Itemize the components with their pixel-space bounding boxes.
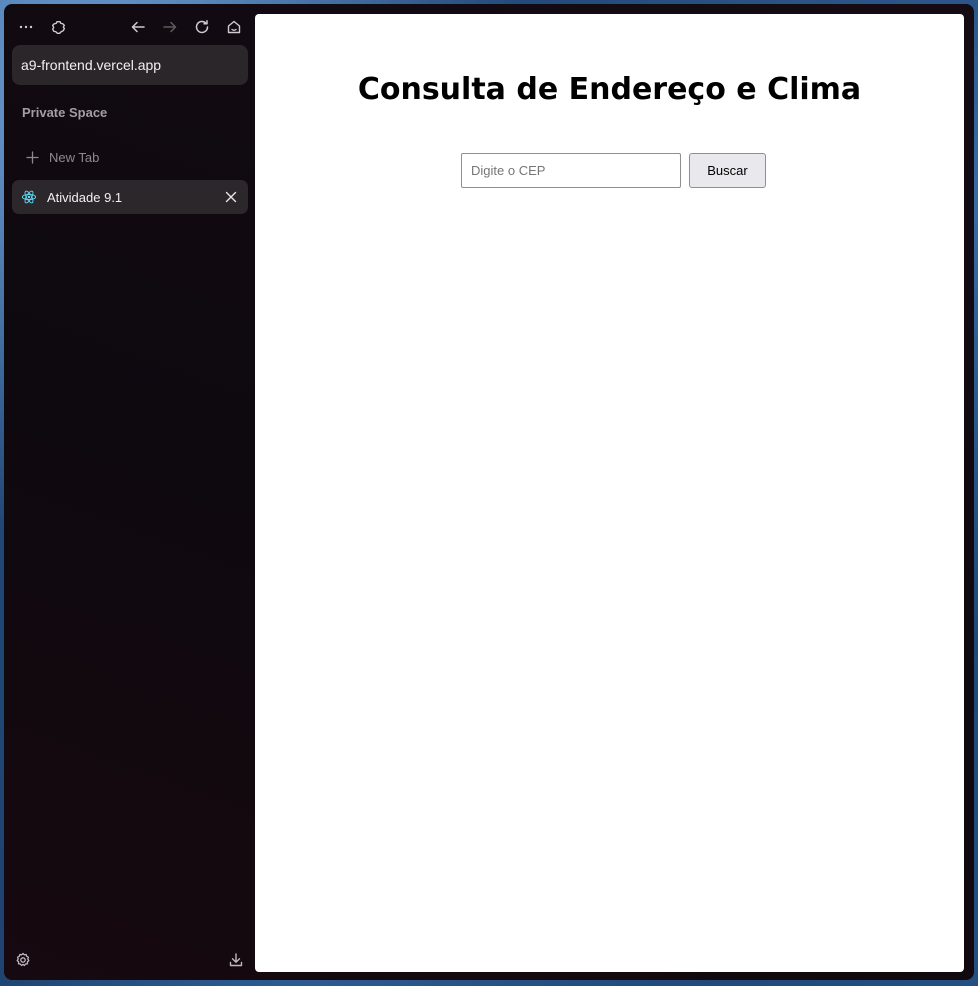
sidebar: a9-frontend.vercel.app Private Space New…: [4, 4, 255, 980]
home-icon[interactable]: [223, 16, 245, 38]
new-tab-label: New Tab: [49, 149, 100, 165]
puzzle-icon[interactable]: [47, 16, 69, 38]
search-button[interactable]: Buscar: [689, 153, 766, 188]
plus-icon: [23, 150, 41, 164]
space-title: Private Space: [22, 105, 108, 120]
reload-icon[interactable]: [191, 16, 213, 38]
url-bar[interactable]: a9-frontend.vercel.app: [12, 45, 248, 85]
download-icon[interactable]: [226, 950, 246, 970]
arrow-left-icon[interactable]: [127, 16, 149, 38]
settings-icon[interactable]: [13, 950, 33, 970]
cep-input[interactable]: [461, 153, 681, 188]
tab-atividade[interactable]: Atividade 9.1: [12, 180, 248, 214]
react-icon: [20, 188, 38, 206]
tab-title: Atividade 9.1: [47, 189, 123, 205]
close-icon[interactable]: [222, 188, 240, 206]
arrow-right-icon[interactable]: [159, 16, 181, 38]
new-tab-button[interactable]: New Tab: [12, 144, 248, 170]
browser-window: a9-frontend.vercel.app Private Space New…: [4, 4, 974, 980]
url-text: a9-frontend.vercel.app: [21, 57, 162, 73]
page-content: Consulta de Endereço e Clima Buscar: [255, 14, 964, 972]
page-title: Consulta de Endereço e Clima: [357, 72, 862, 107]
more-horizontal-icon[interactable]: [15, 16, 37, 38]
